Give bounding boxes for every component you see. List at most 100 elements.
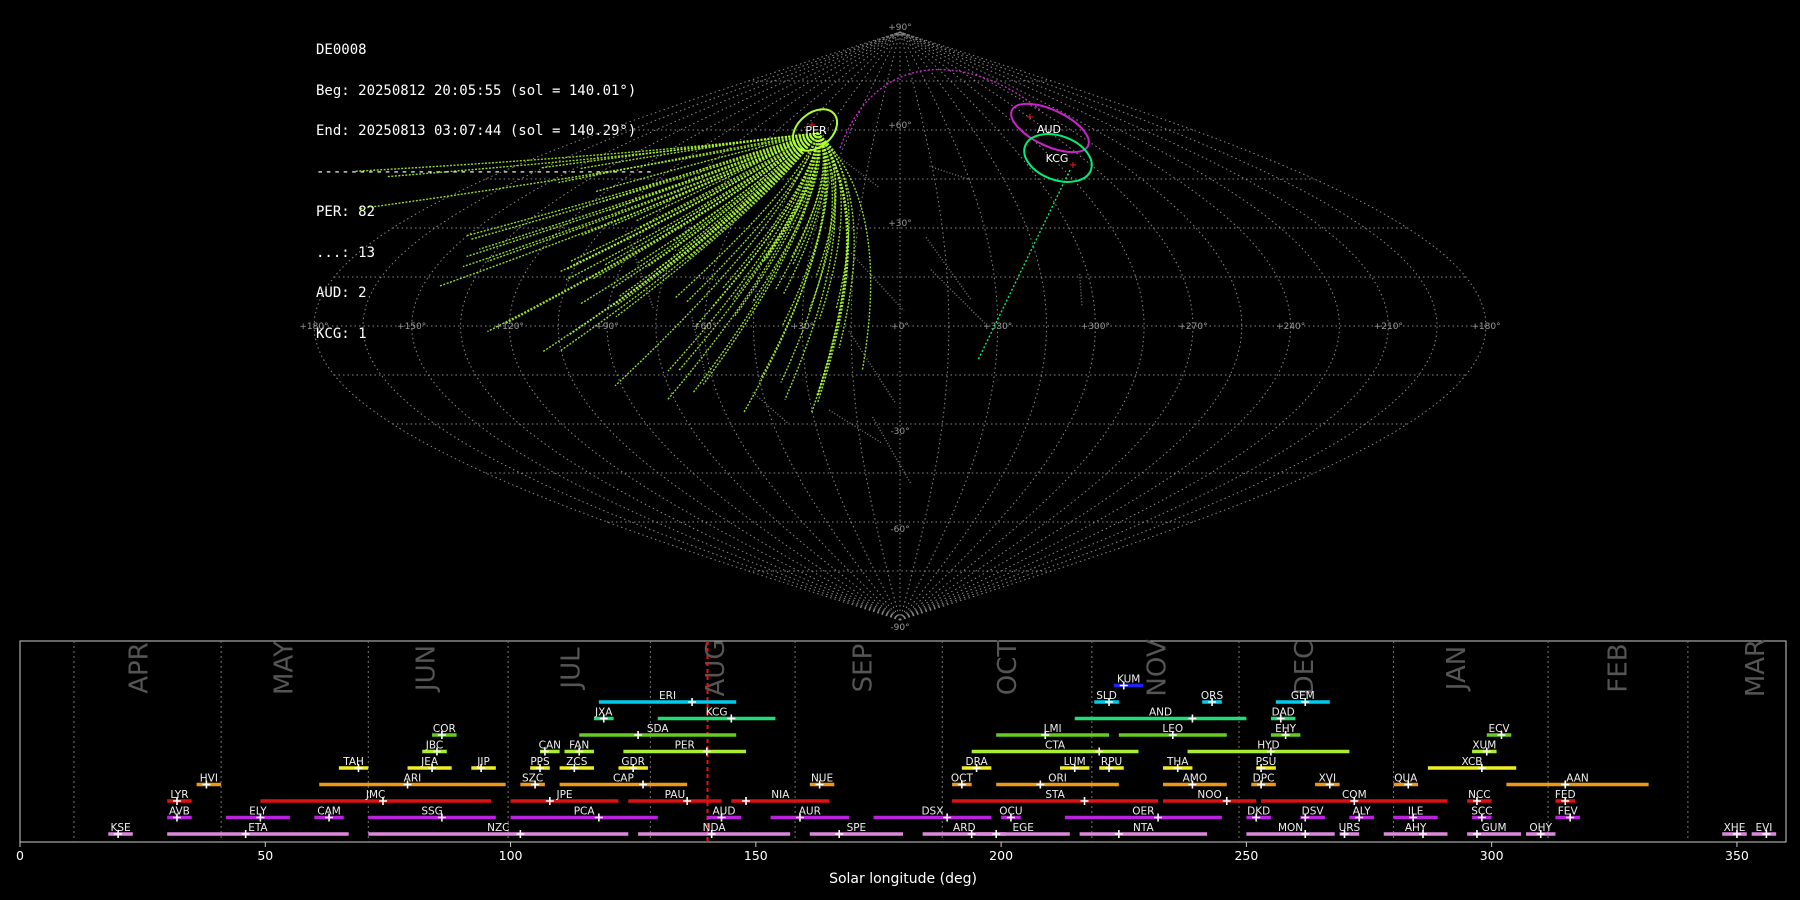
shower-label-lum: LUM — [1064, 756, 1086, 768]
shower-label-ile: ILE — [1408, 806, 1424, 818]
x-tick-label: 200 — [989, 848, 1013, 863]
shower-label-noo: NOO — [1197, 789, 1221, 801]
shower-label-and: AND — [1149, 707, 1172, 719]
shower-label-zcs: ZCS — [566, 756, 588, 768]
shower-label-tha: THA — [1166, 756, 1189, 768]
shower-label-jxa: JXA — [594, 707, 613, 719]
shower-label-aly: ALY — [1353, 806, 1372, 818]
shower-timeline-chart: APR MAY JUN JUL AUG SEP OCT NOV DEC JAN FEB MAR KUM E… — [16, 639, 1787, 887]
month-label-sep: SEP — [848, 644, 878, 693]
shower-label-eta: ETA — [248, 822, 268, 834]
shower-label-jip: JIP — [476, 756, 490, 768]
shower-label-jmc: JMC — [365, 789, 386, 801]
shower-label-oct: OCT — [951, 773, 974, 785]
shower-label-scc: SCC — [1471, 806, 1492, 818]
shower-label-xhe: XHE — [1724, 822, 1746, 834]
shower-label-sld: SLD — [1096, 690, 1117, 702]
shower-label-tah: TAH — [342, 756, 364, 768]
shower-label-amo: AMO — [1183, 773, 1208, 785]
shower-label-ssg: SSG — [421, 806, 442, 818]
shower-label-dad: DAD — [1272, 707, 1295, 719]
month-label-jul: JUL — [556, 647, 586, 691]
shower-label-ncc: NCC — [1468, 789, 1491, 801]
x-tick-label: 100 — [499, 848, 523, 863]
x-tick-label: 150 — [744, 848, 768, 863]
shower-label-per: PER — [675, 740, 695, 752]
shower-label-pca: PCA — [574, 806, 596, 818]
shower-label-nta: NTA — [1133, 822, 1154, 834]
shower-label-eri: ERI — [659, 690, 676, 702]
shower-label-psu: PSU — [1256, 756, 1277, 768]
shower-label-ege: EGE — [1012, 822, 1033, 834]
month-label-nov: NOV — [1143, 639, 1173, 696]
month-label-aug: AUG — [701, 640, 731, 697]
x-axis-label: Solar longitude (deg) — [829, 871, 977, 887]
shower-label-lmi: LMI — [1044, 723, 1062, 735]
shower-label-dsv: DSV — [1302, 806, 1325, 818]
shower-label-hvi: HVI — [200, 773, 218, 785]
shower-label-leo: LEO — [1162, 723, 1183, 735]
shower-label-dsx: DSX — [921, 806, 943, 818]
month-label-feb: FEB — [1604, 643, 1634, 692]
shower-label-oer: OER — [1132, 806, 1154, 818]
shower-label-ahy: AHY — [1405, 822, 1427, 834]
shower-label-dra: DRA — [966, 756, 989, 768]
month-label-apr: APR — [125, 642, 155, 694]
shower-label-ocu: OCU — [999, 806, 1022, 818]
shower-label-dpc: DPC — [1253, 773, 1275, 785]
shower-label-nue: NUE — [811, 773, 833, 785]
shower-label-xcb: XCB — [1462, 756, 1483, 768]
shower-label-kum: KUM — [1117, 674, 1140, 686]
month-label-dec: DEC — [1290, 641, 1320, 696]
shower-label-szc: SZC — [522, 773, 543, 785]
shower-label-sda: SDA — [647, 723, 670, 735]
shower-label-aan: AAN — [1566, 773, 1589, 785]
shower-label-ors: ORS — [1201, 690, 1224, 702]
x-tick-label: 250 — [1234, 848, 1258, 863]
x-tick-label: 350 — [1725, 848, 1749, 863]
shower-label-urs: URS — [1339, 822, 1361, 834]
shower-label-hyd: HYD — [1257, 740, 1279, 752]
shower-label-nda: NDA — [703, 822, 727, 834]
shower-label-sta: STA — [1045, 789, 1065, 801]
shower-label-mon: MON — [1278, 822, 1303, 834]
shower-label-ecv: ECV — [1488, 723, 1510, 735]
shower-label-pau: PAU — [665, 789, 686, 801]
shower-label-nia: NIA — [771, 789, 790, 801]
shower-label-fed: FED — [1555, 789, 1576, 801]
shower-label-xvi: XVI — [1319, 773, 1336, 785]
month-label-jun: JUN — [412, 645, 442, 693]
x-tick-label: 50 — [257, 848, 273, 863]
shower-label-fan: FAN — [569, 740, 589, 752]
shower-label-cor: COR — [433, 723, 456, 735]
shower-label-nzc: NZC — [487, 822, 509, 834]
shower-label-aud: AUD — [712, 806, 735, 818]
shower-label-ely: ELY — [249, 806, 267, 818]
shower-label-jpe: JPE — [555, 789, 572, 801]
month-label-mar: MAR — [1741, 639, 1771, 697]
shower-label-ari: ARI — [404, 773, 422, 785]
shower-label-cam: CAM — [317, 806, 341, 818]
shower-label-cta: CTA — [1045, 740, 1066, 752]
shower-label-jea: JEA — [420, 756, 439, 768]
x-tick-label: 300 — [1480, 848, 1504, 863]
shower-label-avb: AVB — [169, 806, 190, 818]
shower-label-lyr: LYR — [170, 789, 188, 801]
shower-label-com: COM — [1342, 789, 1367, 801]
shower-label-gem: GEM — [1291, 690, 1315, 702]
shower-label-dkd: DKD — [1247, 806, 1270, 818]
month-label-may: MAY — [269, 641, 299, 695]
shower-label-ori: ORI — [1048, 773, 1067, 785]
shower-label-ohy: OHY — [1529, 822, 1552, 834]
shower-label-xum: XUM — [1472, 740, 1496, 752]
shower-label-gdr: GDR — [621, 756, 645, 768]
shower-label-kse: KSE — [110, 822, 130, 834]
shower-label-ard: ARD — [953, 822, 976, 834]
x-tick-label: 0 — [16, 848, 24, 863]
shower-label-jbc: JBC — [425, 740, 443, 752]
shower-label-can: CAN — [539, 740, 561, 752]
shower-label-evi: EVI — [1755, 822, 1772, 834]
month-label-oct: OCT — [993, 641, 1023, 696]
shower-label-kcg: KCG — [706, 707, 728, 719]
shower-label-aur: AUR — [799, 806, 821, 818]
